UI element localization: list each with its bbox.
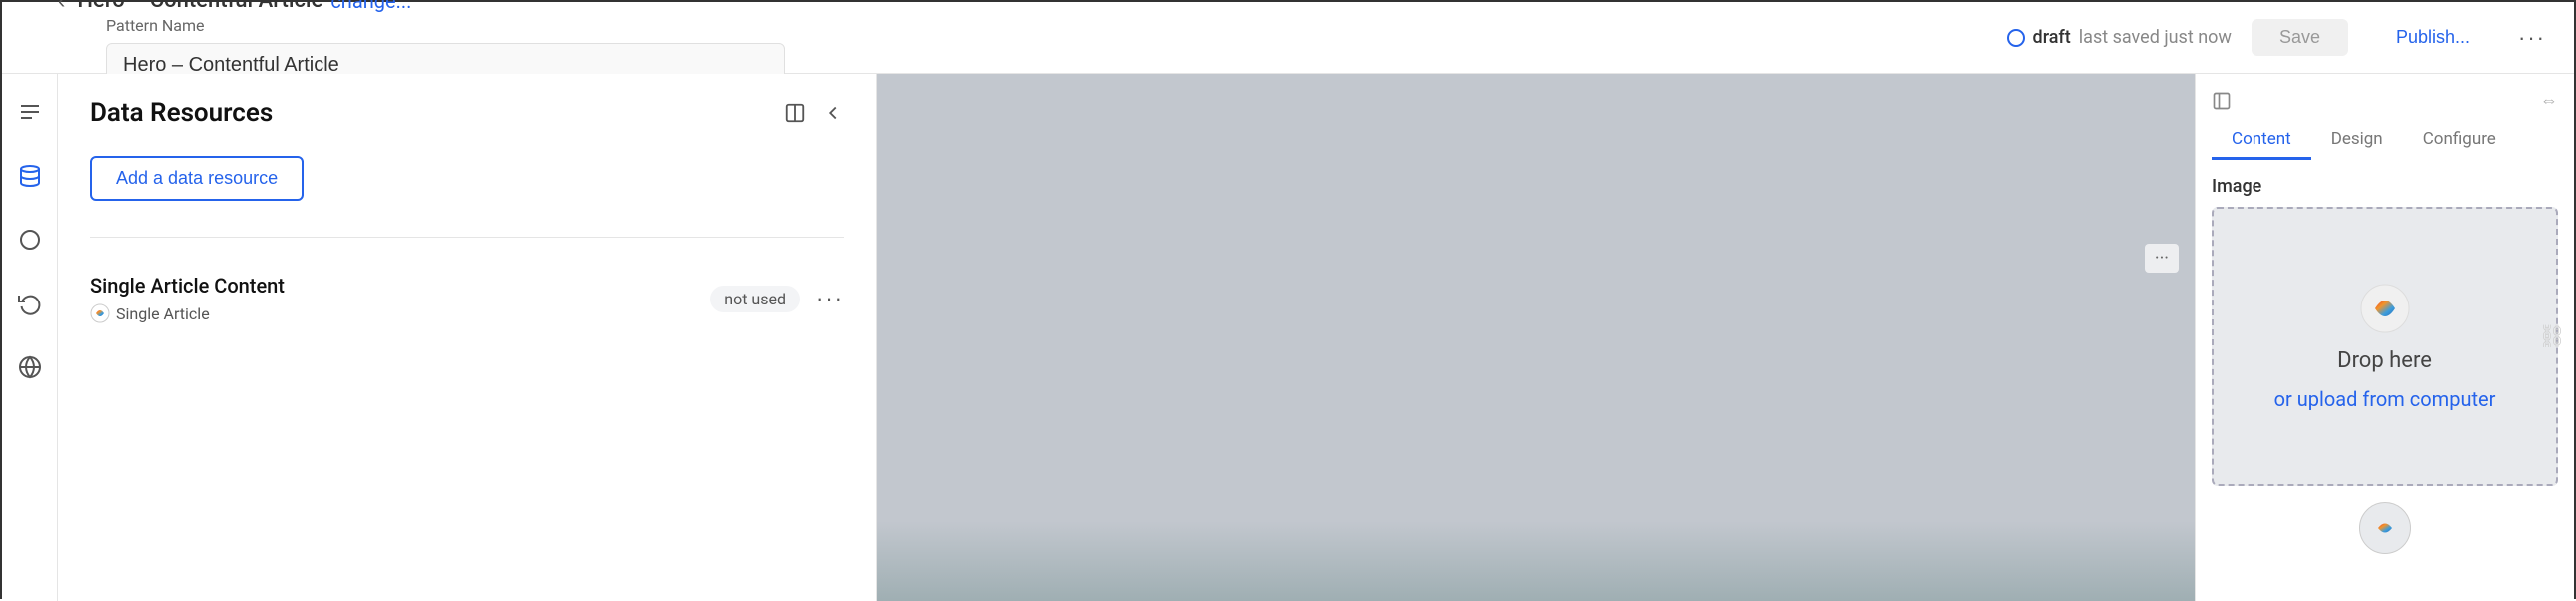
header-right: draft last saved just now Save Publish..…: [2007, 19, 2546, 56]
right-panel: ⇔ Content Design Configure Image: [2195, 74, 2574, 601]
columns-icon: [2212, 91, 2232, 111]
chain-icon: ⛓: [2538, 325, 2566, 350]
more-button[interactable]: ···: [2518, 25, 2546, 51]
top-header: ‹ Hero – Contentful Article change... Pa…: [2, 2, 2574, 74]
resource-item: Single Article Content: [90, 262, 844, 335]
sidebar-item-code[interactable]: [12, 222, 48, 258]
data-resources-panel: Data Resources Add a data resource: [58, 74, 877, 601]
bottom-contentful-icon: [2359, 502, 2411, 554]
panel-header-actions: [784, 102, 844, 124]
right-panel-toolbar: [2212, 91, 2232, 111]
sidebar-item-layers[interactable]: [12, 94, 48, 130]
tab-bar: Content Design Configure: [2212, 121, 2558, 160]
sidebar-item-globe[interactable]: [12, 349, 48, 385]
draft-circle-icon: [2007, 29, 2025, 47]
status-badge: not used: [710, 286, 800, 312]
tab-design[interactable]: Design: [2311, 121, 2403, 160]
last-saved-text: last saved just now: [2079, 27, 2232, 48]
change-link[interactable]: change...: [330, 0, 411, 13]
tab-content[interactable]: Content: [2212, 121, 2311, 160]
upload-link[interactable]: or upload from computer: [2274, 387, 2496, 411]
canvas-area: ···: [877, 74, 2195, 601]
panel-title: Data Resources: [90, 98, 273, 128]
bottom-icon-area: [2212, 502, 2558, 554]
divider: [90, 237, 844, 238]
resource-actions: not used ···: [710, 286, 844, 312]
resize-handle[interactable]: ⇔: [2540, 90, 2558, 111]
draft-status: draft last saved just now: [2007, 27, 2232, 48]
pattern-name-label: Pattern Name: [106, 16, 785, 35]
sidebar-item-database[interactable]: [12, 158, 48, 194]
contentful-drop-icon: [2359, 283, 2411, 334]
page-title: Hero – Contentful Article: [77, 0, 322, 13]
image-label: Image: [2212, 176, 2558, 197]
collapse-panel-button[interactable]: [822, 102, 844, 124]
resource-type-label: Single Article: [116, 304, 210, 323]
resource-info: Single Article Content: [90, 274, 285, 323]
main-content: Data Resources Add a data resource: [2, 74, 2574, 601]
draft-label: draft: [2033, 27, 2071, 48]
back-button[interactable]: ‹: [58, 0, 65, 14]
image-section: Image Drop here: [2212, 176, 2558, 554]
resource-type: Single Article: [90, 303, 285, 323]
tab-configure[interactable]: Configure: [2403, 121, 2516, 160]
toggle-panel-view-button[interactable]: [784, 102, 806, 124]
add-resource-button[interactable]: Add a data resource: [90, 156, 304, 201]
contentful-icon: [90, 303, 110, 323]
small-contentful-icon: [2370, 513, 2400, 543]
resource-more-button[interactable]: ···: [816, 286, 844, 311]
sidebar-item-history[interactable]: [12, 286, 48, 321]
drop-here-text: Drop here: [2337, 348, 2432, 373]
wave-decoration: [877, 521, 2195, 601]
save-button[interactable]: Save: [2252, 19, 2348, 56]
canvas-dots-button[interactable]: ···: [2145, 244, 2179, 273]
image-drop-zone[interactable]: Drop here or upload from computer: [2212, 207, 2558, 486]
panel-header: Data Resources: [90, 98, 844, 128]
resource-name: Single Article Content: [90, 274, 285, 298]
publish-button[interactable]: Publish...: [2368, 19, 2498, 56]
sidebar-icons: [2, 74, 58, 601]
header-title-row: Hero – Contentful Article change...: [77, 0, 411, 13]
